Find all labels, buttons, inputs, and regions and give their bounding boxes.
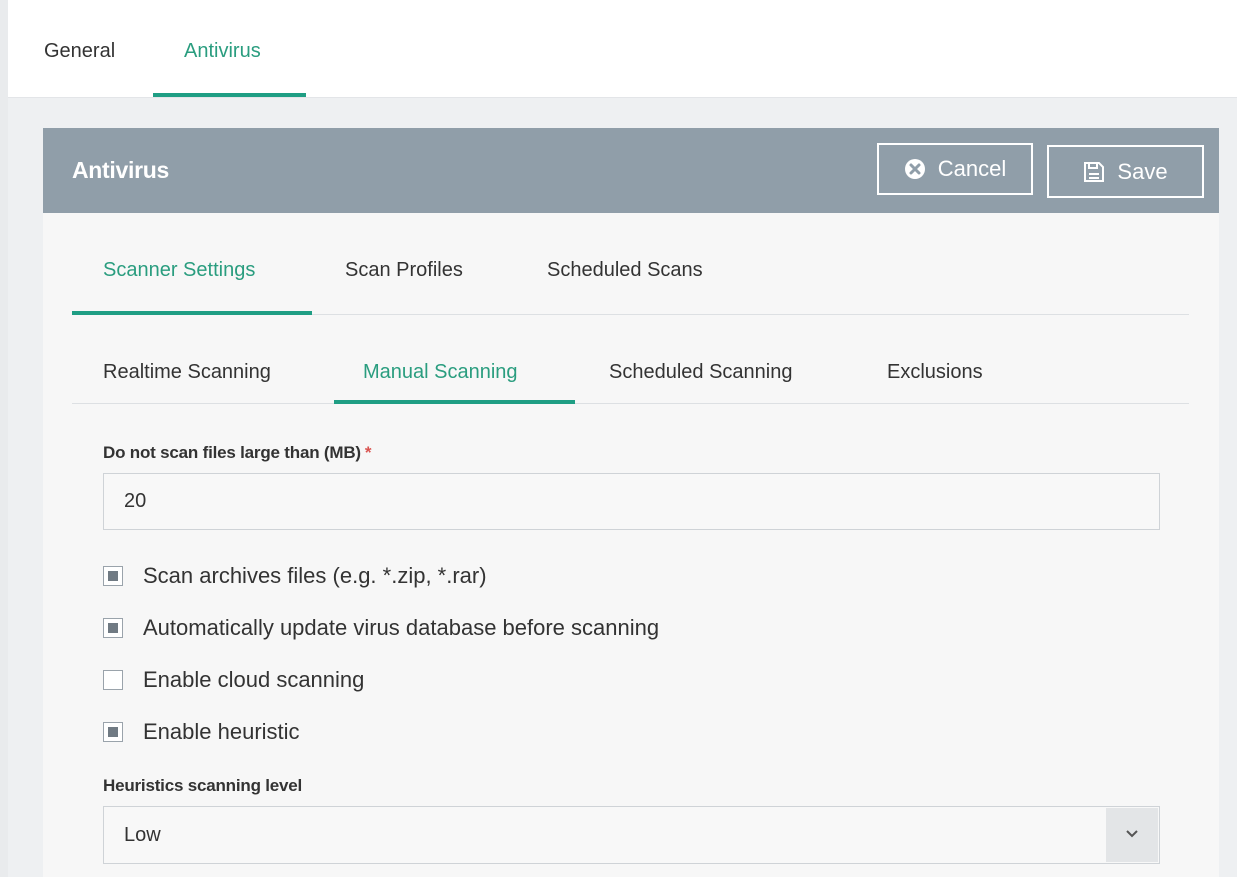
settings-tab-bar: Scanner Settings Scan Profiles Scheduled… [72, 213, 1189, 315]
tab-scan-profiles[interactable]: Scan Profiles [345, 259, 463, 282]
tab-scheduled-scanning[interactable]: Scheduled Scanning [609, 361, 792, 384]
panel-header: Antivirus Cancel Save [43, 128, 1219, 213]
heuristics-level-select[interactable]: Low [103, 806, 1160, 864]
cancel-label: Cancel [937, 156, 1007, 181]
active-tab-indicator [334, 400, 575, 404]
max-file-size-input[interactable] [103, 473, 1160, 530]
tab-realtime-scanning[interactable]: Realtime Scanning [103, 361, 271, 384]
heuristic-option[interactable]: Enable heuristic [103, 717, 300, 747]
dropdown-toggle[interactable] [1106, 808, 1158, 862]
page: General Antivirus Antivirus Cancel Save … [8, 0, 1237, 877]
scanning-tab-bar: Realtime Scanning Manual Scanning Schedu… [72, 316, 1189, 404]
antivirus-panel: Antivirus Cancel Save Scanner Settings S… [43, 128, 1219, 877]
close-circle-icon [904, 158, 926, 180]
max-file-size-label: Do not scan files large than (MB) * [103, 443, 372, 463]
active-tab-indicator [153, 93, 306, 97]
active-tab-indicator [72, 311, 312, 315]
max-file-size-label-text: Do not scan files large than (MB) [103, 443, 361, 462]
auto-update-label: Automatically update virus database befo… [143, 615, 660, 640]
heuristic-label: Enable heuristic [143, 719, 300, 744]
chevron-down-icon [1125, 826, 1139, 844]
top-tab-bar: General Antivirus [8, 0, 1237, 98]
tab-scanner-settings[interactable]: Scanner Settings [103, 259, 255, 282]
auto-update-checkbox[interactable] [103, 618, 123, 638]
tab-manual-scanning[interactable]: Manual Scanning [363, 361, 518, 384]
scan-archives-label: Scan archives files (e.g. *.zip, *.rar) [143, 563, 487, 588]
tab-exclusions[interactable]: Exclusions [887, 361, 983, 384]
save-label: Save [1117, 158, 1168, 184]
cancel-button[interactable]: Cancel [877, 143, 1033, 195]
heuristic-checkbox[interactable] [103, 722, 123, 742]
cloud-scanning-label: Enable cloud scanning [143, 667, 365, 692]
cloud-scanning-checkbox[interactable] [103, 670, 123, 690]
required-marker: * [364, 443, 372, 462]
scan-archives-option[interactable]: Scan archives files (e.g. *.zip, *.rar) [103, 561, 487, 591]
cloud-scanning-option[interactable]: Enable cloud scanning [103, 665, 364, 695]
heuristics-level-label: Heuristics scanning level [103, 776, 303, 795]
tab-scheduled-scans[interactable]: Scheduled Scans [547, 259, 703, 282]
tab-general[interactable]: General [44, 40, 115, 63]
tab-antivirus[interactable]: Antivirus [184, 40, 261, 63]
panel-title: Antivirus [72, 157, 169, 183]
auto-update-option[interactable]: Automatically update virus database befo… [103, 613, 659, 643]
heuristics-level-value: Low [124, 824, 161, 846]
floppy-disk-icon [1083, 161, 1105, 183]
scan-archives-checkbox[interactable] [103, 566, 123, 586]
save-button[interactable]: Save [1047, 145, 1204, 198]
